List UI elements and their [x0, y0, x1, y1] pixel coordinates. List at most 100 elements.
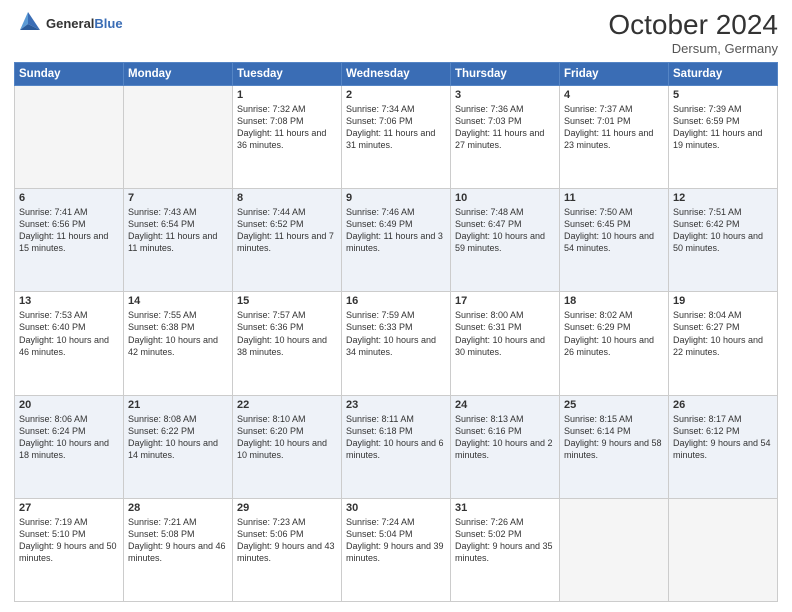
day-header-friday: Friday — [560, 62, 669, 85]
month-year: October 2024 — [608, 10, 778, 41]
day-number: 22 — [237, 399, 337, 411]
day-header-monday: Monday — [124, 62, 233, 85]
day-number: 23 — [346, 399, 446, 411]
logo-icon — [14, 10, 42, 38]
cell-info: Sunrise: 7:32 AMSunset: 7:08 PMDaylight:… — [237, 103, 337, 152]
calendar-cell: 3Sunrise: 7:36 AMSunset: 7:03 PMDaylight… — [451, 85, 560, 188]
header: GeneralBlue October 2024 Dersum, Germany — [14, 10, 778, 56]
cell-info: Sunrise: 7:19 AMSunset: 5:10 PMDaylight:… — [19, 516, 119, 565]
calendar-cell: 15Sunrise: 7:57 AMSunset: 6:36 PMDayligh… — [233, 292, 342, 395]
day-number: 18 — [564, 295, 664, 307]
calendar-cell: 17Sunrise: 8:00 AMSunset: 6:31 PMDayligh… — [451, 292, 560, 395]
calendar-week-row: 20 Sunrise: 8:06 AMSunset: 6:24 PMDayligh… — [15, 395, 778, 498]
cell-info: Sunrise: 7:50 AMSunset: 6:45 PMDaylight:… — [564, 206, 664, 255]
day-number: 2 — [346, 89, 446, 101]
calendar-cell — [669, 498, 778, 601]
day-header-sunday: Sunday — [15, 62, 124, 85]
cell-info: Sunrise: 7:34 AMSunset: 7:06 PMDaylight:… — [346, 103, 446, 152]
calendar-header-row: SundayMondayTuesdayWednesdayThursdayFrid… — [15, 62, 778, 85]
day-number: 24 — [455, 399, 555, 411]
day-number: 3 — [455, 89, 555, 101]
cell-info: Sunrise: 7:39 AMSunset: 6:59 PMDaylight:… — [673, 103, 773, 152]
cell-info: Sunrise: 8:08 AMSunset: 6:22 PMDaylight:… — [128, 413, 228, 462]
cell-info: Sunrise: 7:24 AMSunset: 5:04 PMDaylight:… — [346, 516, 446, 565]
calendar-cell: 20 Sunrise: 8:06 AMSunset: 6:24 PMDayligh… — [15, 395, 124, 498]
calendar-cell: 2 Sunrise: 7:34 AMSunset: 7:06 PMDaylight… — [342, 85, 451, 188]
cell-info: Sunrise: 7:21 AMSunset: 5:08 PMDaylight:… — [128, 516, 228, 565]
day-number: 21 — [128, 399, 228, 411]
calendar-cell: 13Sunrise: 7:53 AMSunset: 6:40 PMDayligh… — [15, 292, 124, 395]
cell-info: Sunrise: 7:48 AMSunset: 6:47 PMDaylight:… — [455, 206, 555, 255]
calendar-cell: 27 Sunrise: 7:19 AMSunset: 5:10 PMDayligh… — [15, 498, 124, 601]
calendar-cell: 16 Sunrise: 7:59 AMSunset: 6:33 PMDayligh… — [342, 292, 451, 395]
day-number: 20 — [19, 399, 119, 411]
calendar-cell: 10 Sunrise: 7:48 AMSunset: 6:47 PMDayligh… — [451, 189, 560, 292]
day-number: 12 — [673, 192, 773, 204]
day-number: 30 — [346, 502, 446, 514]
day-number: 13 — [19, 295, 119, 307]
calendar-cell — [124, 85, 233, 188]
title-block: October 2024 Dersum, Germany — [608, 10, 778, 56]
cell-info: Sunrise: 7:43 AMSunset: 6:54 PMDaylight:… — [128, 206, 228, 255]
logo: GeneralBlue — [14, 10, 123, 38]
calendar-cell: 7 Sunrise: 7:43 AMSunset: 6:54 PMDaylight… — [124, 189, 233, 292]
day-number: 4 — [564, 89, 664, 101]
page: GeneralBlue October 2024 Dersum, Germany… — [0, 0, 792, 612]
cell-info: Sunrise: 8:11 AMSunset: 6:18 PMDaylight:… — [346, 413, 446, 462]
cell-info: Sunrise: 7:46 AMSunset: 6:49 PMDaylight:… — [346, 206, 446, 255]
day-number: 16 — [346, 295, 446, 307]
cell-info: Sunrise: 8:04 AMSunset: 6:27 PMDaylight:… — [673, 309, 773, 358]
calendar-cell: 18 Sunrise: 8:02 AMSunset: 6:29 PMDayligh… — [560, 292, 669, 395]
calendar-cell: 5Sunrise: 7:39 AMSunset: 6:59 PMDaylight… — [669, 85, 778, 188]
day-number: 10 — [455, 192, 555, 204]
calendar-cell: 14 Sunrise: 7:55 AMSunset: 6:38 PMDayligh… — [124, 292, 233, 395]
calendar-cell — [560, 498, 669, 601]
calendar-cell: 26 Sunrise: 8:17 AMSunset: 6:12 PMDayligh… — [669, 395, 778, 498]
cell-info: Sunrise: 8:02 AMSunset: 6:29 PMDaylight:… — [564, 309, 664, 358]
cell-info: Sunrise: 8:00 AMSunset: 6:31 PMDaylight:… — [455, 309, 555, 358]
day-number: 6 — [19, 192, 119, 204]
calendar-cell: 24 Sunrise: 8:13 AMSunset: 6:16 PMDayligh… — [451, 395, 560, 498]
day-header-tuesday: Tuesday — [233, 62, 342, 85]
day-number: 7 — [128, 192, 228, 204]
cell-info: Sunrise: 7:51 AMSunset: 6:42 PMDaylight:… — [673, 206, 773, 255]
cell-info: Sunrise: 8:10 AMSunset: 6:20 PMDaylight:… — [237, 413, 337, 462]
cell-info: Sunrise: 8:13 AMSunset: 6:16 PMDaylight:… — [455, 413, 555, 462]
calendar-cell: 23 Sunrise: 8:11 AMSunset: 6:18 PMDayligh… — [342, 395, 451, 498]
calendar-cell: 31 Sunrise: 7:26 AMSunset: 5:02 PMDayligh… — [451, 498, 560, 601]
cell-info: Sunrise: 7:41 AMSunset: 6:56 PMDaylight:… — [19, 206, 119, 255]
calendar-cell: 21 Sunrise: 8:08 AMSunset: 6:22 PMDayligh… — [124, 395, 233, 498]
location: Dersum, Germany — [608, 41, 778, 56]
calendar-cell — [15, 85, 124, 188]
cell-info: Sunrise: 7:37 AMSunset: 7:01 PMDaylight:… — [564, 103, 664, 152]
day-number: 25 — [564, 399, 664, 411]
cell-info: Sunrise: 7:23 AMSunset: 5:06 PMDaylight:… — [237, 516, 337, 565]
day-number: 26 — [673, 399, 773, 411]
cell-info: Sunrise: 7:55 AMSunset: 6:38 PMDaylight:… — [128, 309, 228, 358]
day-header-thursday: Thursday — [451, 62, 560, 85]
calendar-cell: 29 Sunrise: 7:23 AMSunset: 5:06 PMDayligh… — [233, 498, 342, 601]
calendar-cell: 19 Sunrise: 8:04 AMSunset: 6:27 PMDayligh… — [669, 292, 778, 395]
calendar-cell: 25Sunrise: 8:15 AMSunset: 6:14 PMDayligh… — [560, 395, 669, 498]
calendar-week-row: 1 Sunrise: 7:32 AMSunset: 7:08 PMDaylight… — [15, 85, 778, 188]
cell-info: Sunrise: 8:17 AMSunset: 6:12 PMDaylight:… — [673, 413, 773, 462]
day-number: 14 — [128, 295, 228, 307]
day-number: 9 — [346, 192, 446, 204]
cell-info: Sunrise: 7:44 AMSunset: 6:52 PMDaylight:… — [237, 206, 337, 255]
calendar-cell: 12 Sunrise: 7:51 AMSunset: 6:42 PMDayligh… — [669, 189, 778, 292]
day-number: 28 — [128, 502, 228, 514]
day-number: 1 — [237, 89, 337, 101]
day-number: 8 — [237, 192, 337, 204]
day-number: 31 — [455, 502, 555, 514]
day-number: 19 — [673, 295, 773, 307]
day-number: 29 — [237, 502, 337, 514]
day-number: 27 — [19, 502, 119, 514]
cell-info: Sunrise: 8:06 AMSunset: 6:24 PMDaylight:… — [19, 413, 119, 462]
cell-info: Sunrise: 7:26 AMSunset: 5:02 PMDaylight:… — [455, 516, 555, 565]
calendar-cell: 1 Sunrise: 7:32 AMSunset: 7:08 PMDaylight… — [233, 85, 342, 188]
day-number: 15 — [237, 295, 337, 307]
cell-info: Sunrise: 7:59 AMSunset: 6:33 PMDaylight:… — [346, 309, 446, 358]
calendar-week-row: 27 Sunrise: 7:19 AMSunset: 5:10 PMDayligh… — [15, 498, 778, 601]
calendar-cell: 11Sunrise: 7:50 AMSunset: 6:45 PMDayligh… — [560, 189, 669, 292]
day-header-wednesday: Wednesday — [342, 62, 451, 85]
